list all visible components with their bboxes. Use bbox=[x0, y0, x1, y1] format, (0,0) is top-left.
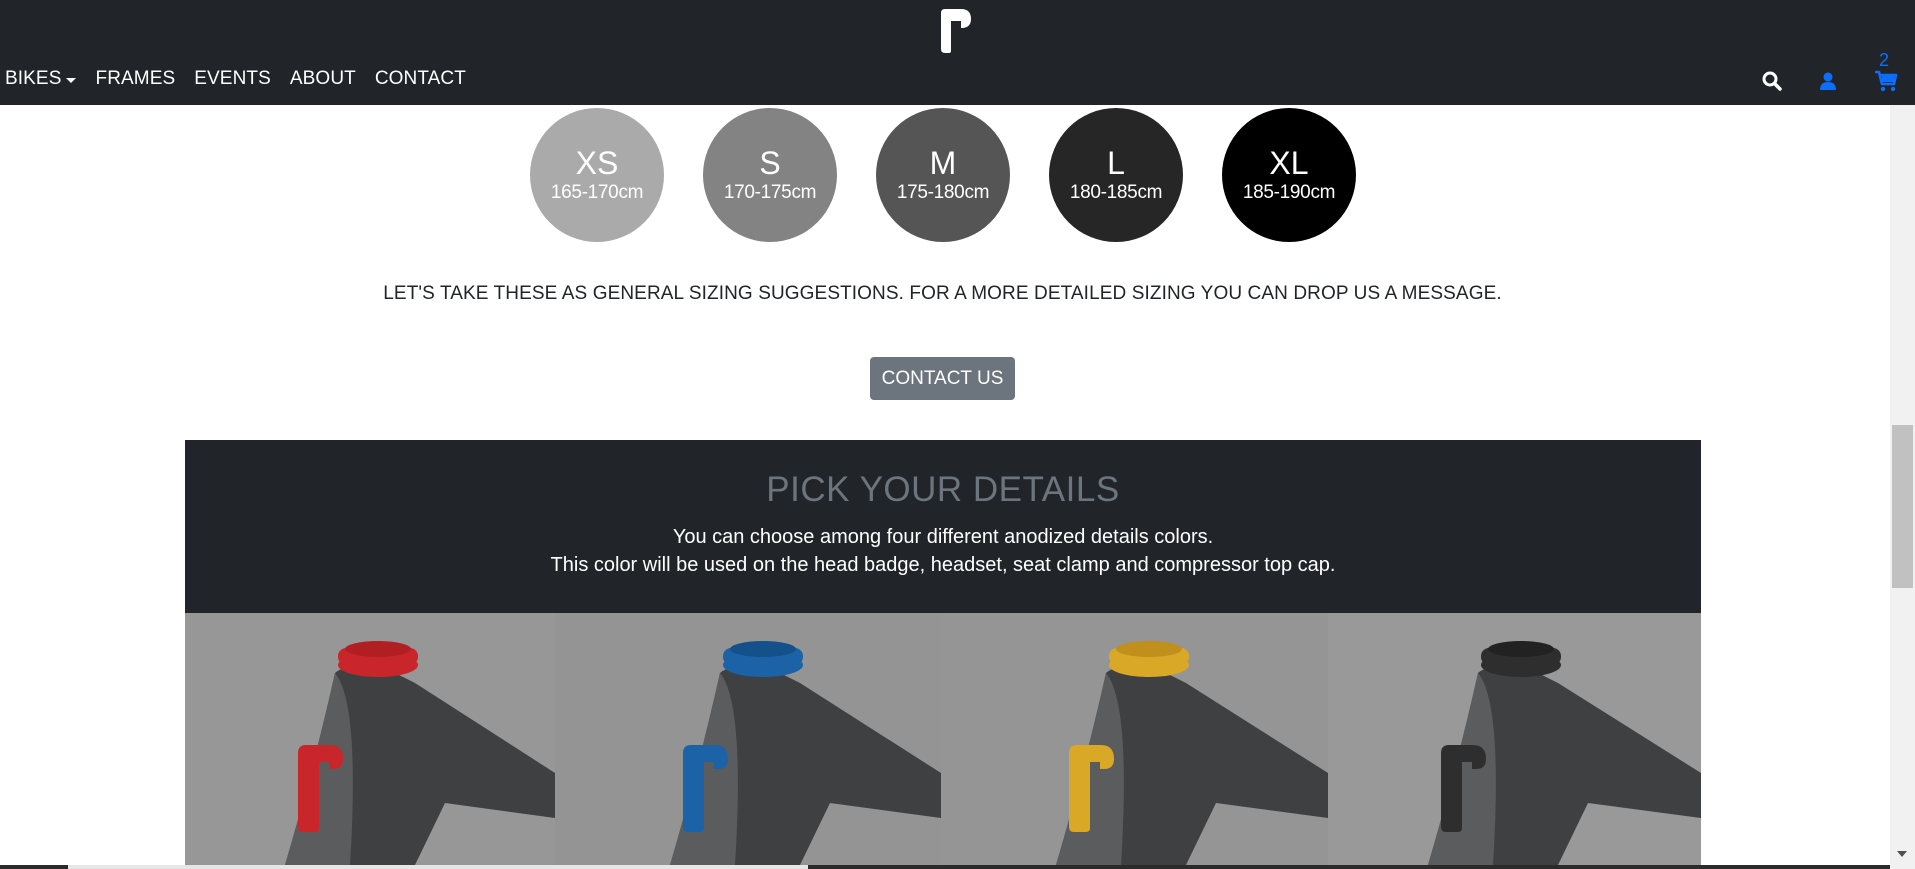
section-description: You can choose among four different anod… bbox=[185, 523, 1701, 579]
section-title: PICK YOUR DETAILS bbox=[766, 470, 1120, 509]
size-selector: XS 165-170cm S 170-175cm M 175-180cm L 1… bbox=[530, 108, 1356, 242]
size-label: XL bbox=[1269, 145, 1309, 181]
size-label: L bbox=[1107, 145, 1125, 181]
cart-count-badge: 2 bbox=[1879, 50, 1890, 70]
size-option-xl[interactable]: XL 185-190cm bbox=[1222, 108, 1356, 242]
nav-item-events[interactable]: EVENTS bbox=[194, 68, 271, 90]
details-section: PICK YOUR DETAILS You can choose among f… bbox=[185, 440, 1701, 613]
detail-photo-red[interactable] bbox=[185, 613, 555, 865]
contact-us-button[interactable]: CONTACT US bbox=[870, 357, 1015, 400]
brand-logo[interactable] bbox=[937, 7, 973, 55]
scroll-down-arrow-icon[interactable] bbox=[1897, 851, 1907, 857]
size-range: 170-175cm bbox=[723, 182, 817, 203]
nav-item-bikes[interactable]: BIKES bbox=[5, 68, 77, 90]
size-range: 175-180cm bbox=[896, 182, 990, 203]
size-range: 165-170cm bbox=[550, 182, 644, 203]
size-label: M bbox=[929, 145, 957, 181]
scrollbar-thumb[interactable] bbox=[1892, 425, 1913, 588]
size-range: 180-185cm bbox=[1069, 182, 1163, 203]
size-option-m[interactable]: M 175-180cm bbox=[876, 108, 1010, 242]
cart-icon[interactable] bbox=[1874, 70, 1898, 92]
size-range: 185-190cm bbox=[1242, 182, 1336, 203]
top-navbar: BIKES FRAMES EVENTS ABOUT CONTACT 2 bbox=[0, 0, 1915, 105]
detail-photo-black[interactable] bbox=[1328, 613, 1701, 865]
size-option-l[interactable]: L 180-185cm bbox=[1049, 108, 1183, 242]
nav-item-contact[interactable]: CONTACT bbox=[375, 68, 466, 90]
size-label: XS bbox=[575, 145, 619, 181]
horizontal-scrollbar-thumb[interactable] bbox=[68, 865, 808, 869]
detail-photo-yellow[interactable] bbox=[941, 613, 1328, 865]
detail-photo-blue[interactable] bbox=[555, 613, 941, 865]
nav-item-about[interactable]: ABOUT bbox=[290, 68, 356, 90]
caret-down-icon bbox=[66, 77, 77, 83]
search-icon[interactable] bbox=[1762, 71, 1782, 91]
user-icon[interactable] bbox=[1819, 72, 1837, 91]
size-label: S bbox=[759, 145, 781, 181]
detail-color-gallery bbox=[185, 613, 1701, 865]
main-nav: BIKES FRAMES EVENTS ABOUT CONTACT bbox=[5, 68, 485, 90]
description-line: This color will be used on the head badg… bbox=[550, 554, 1336, 576]
nav-item-frames[interactable]: FRAMES bbox=[95, 68, 175, 90]
sizing-note: LET'S TAKE THESE AS GENERAL SIZING SUGGE… bbox=[383, 283, 1502, 304]
description-line: You can choose among four different anod… bbox=[672, 526, 1214, 548]
size-option-xs[interactable]: XS 165-170cm bbox=[530, 108, 664, 242]
size-option-s[interactable]: S 170-175cm bbox=[703, 108, 837, 242]
nav-item-bikes-label: BIKES bbox=[5, 68, 62, 89]
